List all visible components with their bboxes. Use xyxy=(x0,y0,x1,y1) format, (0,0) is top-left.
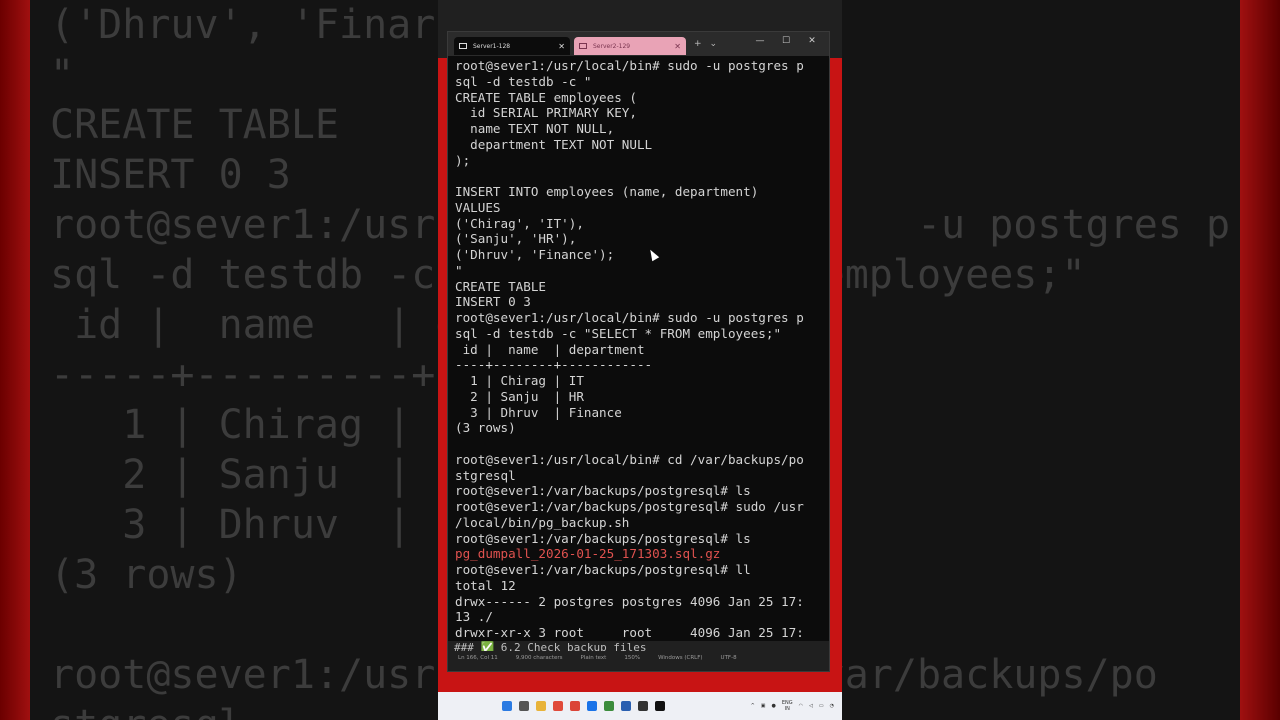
terminal-line: root@sever1:/var/backups/postgresql# ll xyxy=(455,562,751,577)
app-icon[interactable] xyxy=(621,701,631,711)
language-indicator[interactable]: ENG IN xyxy=(782,700,793,712)
terminal-icon[interactable] xyxy=(655,701,665,711)
terminal-line: ); xyxy=(455,152,471,168)
terminal-line: root@sever1:/var/backups/postgresql# ls xyxy=(455,483,751,499)
terminal-line: drwx------ 2 postgres postgres 4096 Jan … xyxy=(455,593,804,609)
terminal-line: (3 rows) xyxy=(455,420,516,436)
chevron-up-icon[interactable]: ^ xyxy=(751,703,755,709)
terminal-line: name TEXT NOT NULL, xyxy=(455,121,615,136)
terminal-line: root@sever1:/var/backups/postgresql# sud… xyxy=(455,499,804,514)
status-position: Ln 166, Col 11 xyxy=(458,655,498,661)
terminal-line: VALUES xyxy=(455,199,501,215)
status-characters: 9,900 characters xyxy=(515,655,563,661)
terminal-line: ('Chirag', 'IT'), xyxy=(455,215,584,231)
status-items: Ln 166, Col 11 9,900 characters Plain te… xyxy=(458,655,755,661)
terminal-line: 2 | Sanju | HR xyxy=(455,388,584,404)
status-line-endings: Windows (CRLF) xyxy=(658,655,703,661)
app-icon[interactable] xyxy=(604,701,614,711)
terminal-line: root@sever1:/usr/local/bin# sudo -u post… xyxy=(455,58,804,73)
terminal-line: CREATE TABLE employees ( xyxy=(455,89,637,105)
terminal-icon xyxy=(579,43,587,49)
background-red-right xyxy=(1240,0,1280,720)
terminal-line: /local/bin/pg_backup.sh xyxy=(455,514,630,530)
minimize-button[interactable]: — xyxy=(747,36,773,46)
title-bar: Server1-128 ✕ Server2-129 ✕ + ⌄ — ☐ ✕ xyxy=(448,32,829,56)
terminal-line: 1 | Chirag | IT xyxy=(455,373,584,388)
terminal-window: Server1-128 ✕ Server2-129 ✕ + ⌄ — ☐ ✕ ro… xyxy=(447,31,830,672)
terminal-line: pg_dumpall_2026-01-25_171303.sql.gz xyxy=(455,546,721,562)
tab-close-icon[interactable]: ✕ xyxy=(558,42,565,51)
maximize-button[interactable]: ☐ xyxy=(773,36,799,46)
chrome-icon[interactable] xyxy=(570,701,580,711)
notification-icon[interactable]: ◔ xyxy=(830,703,834,709)
terminal-line: ----+--------+------------ xyxy=(455,357,653,373)
wifi-icon[interactable]: ◠ xyxy=(799,703,803,709)
terminal-line: id SERIAL PRIMARY KEY, xyxy=(455,105,637,121)
window-controls: — ☐ ✕ xyxy=(747,36,825,46)
file-explorer-icon[interactable] xyxy=(536,701,546,711)
terminal-line: id | name | department xyxy=(455,341,645,357)
terminal-icon xyxy=(459,43,467,49)
terminal-line: 13 ./ xyxy=(455,609,493,625)
terminal-line: " xyxy=(455,262,463,278)
app-tray-icon[interactable]: ● xyxy=(772,703,776,709)
terminal-line: root@sever1:/usr/local/bin# cd /var/back… xyxy=(455,451,804,467)
github-icon[interactable] xyxy=(638,701,648,711)
terminal-output[interactable]: root@sever1:/usr/local/bin# sudo -u post… xyxy=(448,56,829,642)
tab-close-icon[interactable]: ✕ xyxy=(674,42,681,51)
status-zoom: 150% xyxy=(624,655,641,661)
terminal-line: total 12 xyxy=(455,577,516,593)
terminal-line: INSERT 0 3 xyxy=(455,294,531,310)
tab-server1[interactable]: Server1-128 ✕ xyxy=(454,37,570,55)
terminal-line: stgresql xyxy=(455,467,516,483)
system-tray: ^ ▣ ● ENG IN ◠ ◁ ▭ ◔ xyxy=(745,700,834,712)
terminal-line: INSERT INTO employees (name, department) xyxy=(455,184,759,199)
tab-server2[interactable]: Server2-129 ✕ xyxy=(574,37,686,55)
close-button[interactable]: ✕ xyxy=(799,36,825,46)
battery-icon[interactable]: ▭ xyxy=(819,703,824,709)
terminal-line: 3 | Dhruv | Finance xyxy=(455,404,622,420)
tab-label: Server1-128 xyxy=(473,42,511,50)
status-encoding: UTF-8 xyxy=(720,655,737,661)
status-format: Plain text xyxy=(580,655,607,661)
terminal-line: CREATE TABLE xyxy=(455,278,546,294)
terminal-line: root@sever1:/usr/local/bin# sudo -u post… xyxy=(455,310,804,325)
app-tray-icon[interactable]: ▣ xyxy=(761,703,766,709)
start-icon[interactable] xyxy=(502,701,512,711)
terminal-line: sql -d testdb -c " xyxy=(455,73,592,89)
volume-icon[interactable]: ◁ xyxy=(809,703,813,709)
tab-dropdown-button[interactable]: ⌄ xyxy=(710,39,718,49)
terminal-line: department TEXT NOT NULL xyxy=(455,136,653,152)
terminal-line: drwxr-xr-x 3 root root 4096 Jan 25 17: xyxy=(455,625,804,640)
editor-status-bar: ### ✅ 6.2 Check backup files Ln 166, Col… xyxy=(448,641,829,671)
search-icon[interactable] xyxy=(519,701,529,711)
terminal-line: ('Sanju', 'HR'), xyxy=(455,231,577,247)
notepad-icon[interactable] xyxy=(587,701,597,711)
taskbar: ^ ▣ ● ENG IN ◠ ◁ ▭ ◔ xyxy=(438,692,842,720)
tab-label: Server2-129 xyxy=(593,42,631,50)
terminal-line: root@sever1:/var/backups/postgresql# ls xyxy=(455,530,751,546)
terminal-line: sql -d testdb -c "SELECT * FROM employee… xyxy=(455,325,782,341)
new-tab-button[interactable]: + xyxy=(694,39,702,49)
background-red-left xyxy=(0,0,30,720)
terminal-line: ('Dhruv', 'Finance'); xyxy=(455,247,615,262)
region-label: IN xyxy=(784,706,790,712)
status-ghost-text: ### ✅ 6.2 Check backup files xyxy=(454,641,647,651)
browser-icon[interactable] xyxy=(553,701,563,711)
